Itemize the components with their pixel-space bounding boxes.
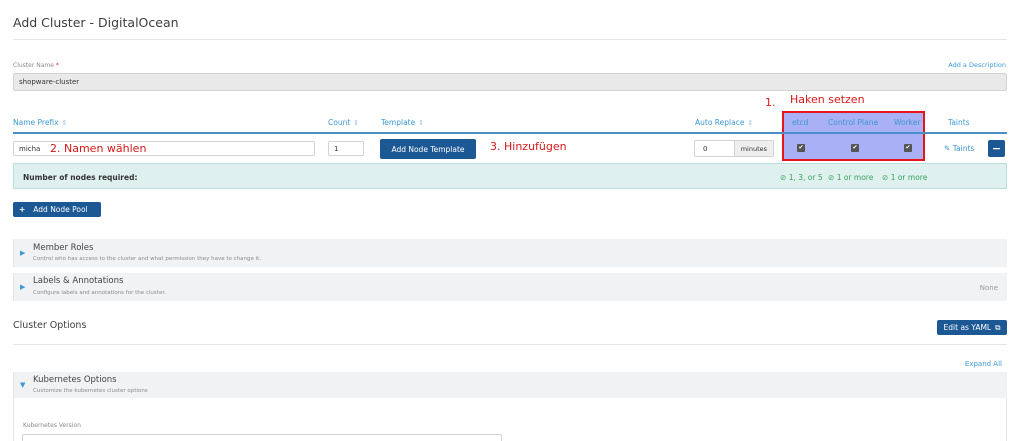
add-description-link[interactable]: Add a Description — [948, 61, 1006, 69]
etcd-checkbox[interactable]: ✔ — [797, 144, 805, 152]
header-divider — [13, 132, 1007, 134]
cluster-options-title: Cluster Options — [13, 320, 87, 331]
edit-as-yaml-label: Edit as YAML — [943, 323, 992, 332]
check-circle-icon: ⊘ — [828, 173, 835, 182]
member-roles-panel[interactable] — [13, 239, 1007, 267]
header-name-prefix[interactable]: Name Prefix ⇕ — [13, 118, 67, 127]
requirement-etcd-text: 1, 3, or 5 — [788, 173, 823, 182]
labels-annotations-panel[interactable] — [13, 273, 1007, 301]
auto-replace-unit: minutes — [733, 141, 773, 156]
page-title: Add Cluster - DigitalOcean — [13, 15, 179, 30]
sort-icon: ⇕ — [353, 119, 360, 127]
requirement-etcd: ⊘ 1, 3, or 5 — [780, 173, 823, 182]
header-auto-replace[interactable]: Auto Replace ⇕ — [695, 118, 753, 127]
kubernetes-version-select[interactable] — [22, 434, 502, 441]
pencil-icon: ✎ — [944, 144, 951, 153]
kubernetes-options-header[interactable] — [13, 372, 1007, 398]
header-name-prefix-label: Name Prefix — [13, 118, 59, 127]
header-taints: Taints — [948, 118, 970, 127]
auto-replace-input[interactable]: 0 minutes — [694, 140, 774, 157]
header-count-label: Count — [328, 118, 351, 127]
check-circle-icon: ⊘ — [780, 173, 787, 182]
taints-link[interactable]: ✎ Taints — [944, 144, 974, 153]
cluster-name-label-text: Cluster Name — [13, 62, 54, 69]
header-worker: Worker — [894, 118, 921, 127]
labels-title: Labels & Annotations — [33, 276, 124, 286]
copy-icon: ⧉ — [995, 322, 1001, 332]
annotation-step3: 3. Hinzufügen — [490, 140, 567, 153]
edit-as-yaml-button[interactable]: Edit as YAML ⧉ — [937, 320, 1007, 335]
requirement-worker-text: 1 or more — [890, 173, 928, 182]
taints-link-label: Taints — [952, 144, 975, 153]
control-plane-checkbox[interactable]: ✔ — [851, 144, 859, 152]
count-value: 1 — [334, 144, 339, 153]
expand-arrow-icon[interactable]: ▶ — [20, 249, 25, 257]
worker-checkbox[interactable]: ✔ — [904, 144, 912, 152]
collapse-arrow-icon[interactable]: ▼ — [20, 381, 25, 389]
expand-all-link[interactable]: Expand All — [965, 360, 1002, 368]
sort-icon: ⇕ — [747, 119, 754, 127]
node-requirements-label: Number of nodes required: — [23, 173, 138, 182]
add-node-pool-button[interactable]: + Add Node Pool — [13, 202, 101, 217]
requirement-worker: ⊘ 1 or more — [882, 173, 927, 182]
cluster-name-label: Cluster Name * — [13, 62, 59, 69]
kubernetes-options-title: Kubernetes Options — [33, 375, 117, 385]
expand-arrow-icon[interactable]: ▶ — [20, 283, 25, 291]
labels-subtitle: Configure labels and annotations for the… — [33, 290, 166, 296]
kubernetes-options-subtitle: Customize the kubernetes cluster options — [33, 388, 148, 394]
sort-icon: ⇕ — [61, 119, 68, 127]
cluster-name-value: shopware-cluster — [19, 78, 80, 86]
kubernetes-version-label: Kubernetes Version — [23, 422, 81, 429]
plus-icon: + — [19, 205, 26, 214]
title-divider — [13, 39, 1007, 40]
annotation-step1-number: 1. — [765, 96, 776, 109]
header-auto-replace-label: Auto Replace — [695, 118, 745, 127]
annotation-step2: 2. Namen wählen — [50, 142, 147, 155]
check-circle-icon: ⊘ — [882, 173, 889, 182]
header-template-label: Template — [381, 118, 416, 127]
auto-replace-value: 0 — [703, 144, 708, 153]
labels-summary: None — [979, 284, 998, 292]
header-control-plane: Control Plane — [828, 118, 879, 127]
remove-node-pool-button[interactable]: − — [988, 140, 1005, 157]
member-roles-subtitle: Control who has access to the cluster an… — [33, 256, 262, 262]
member-roles-title: Member Roles — [33, 243, 94, 253]
add-node-pool-label: Add Node Pool — [33, 205, 88, 214]
header-etcd: etcd — [792, 118, 809, 127]
add-node-template-button[interactable]: Add Node Template — [380, 139, 476, 159]
requirement-control-plane-text: 1 or more — [836, 173, 874, 182]
header-count[interactable]: Count ⇕ — [328, 118, 359, 127]
sort-icon: ⇕ — [418, 119, 425, 127]
annotation-step1-text: Haken setzen — [790, 93, 865, 106]
count-input[interactable]: 1 — [328, 141, 364, 156]
name-prefix-value: micha — [19, 144, 41, 153]
header-template[interactable]: Template ⇕ — [381, 118, 424, 127]
requirement-control-plane: ⊘ 1 or more — [828, 173, 873, 182]
cluster-name-input[interactable]: shopware-cluster — [13, 73, 1007, 91]
cluster-options-divider — [13, 344, 1007, 345]
required-mark: * — [55, 62, 59, 69]
